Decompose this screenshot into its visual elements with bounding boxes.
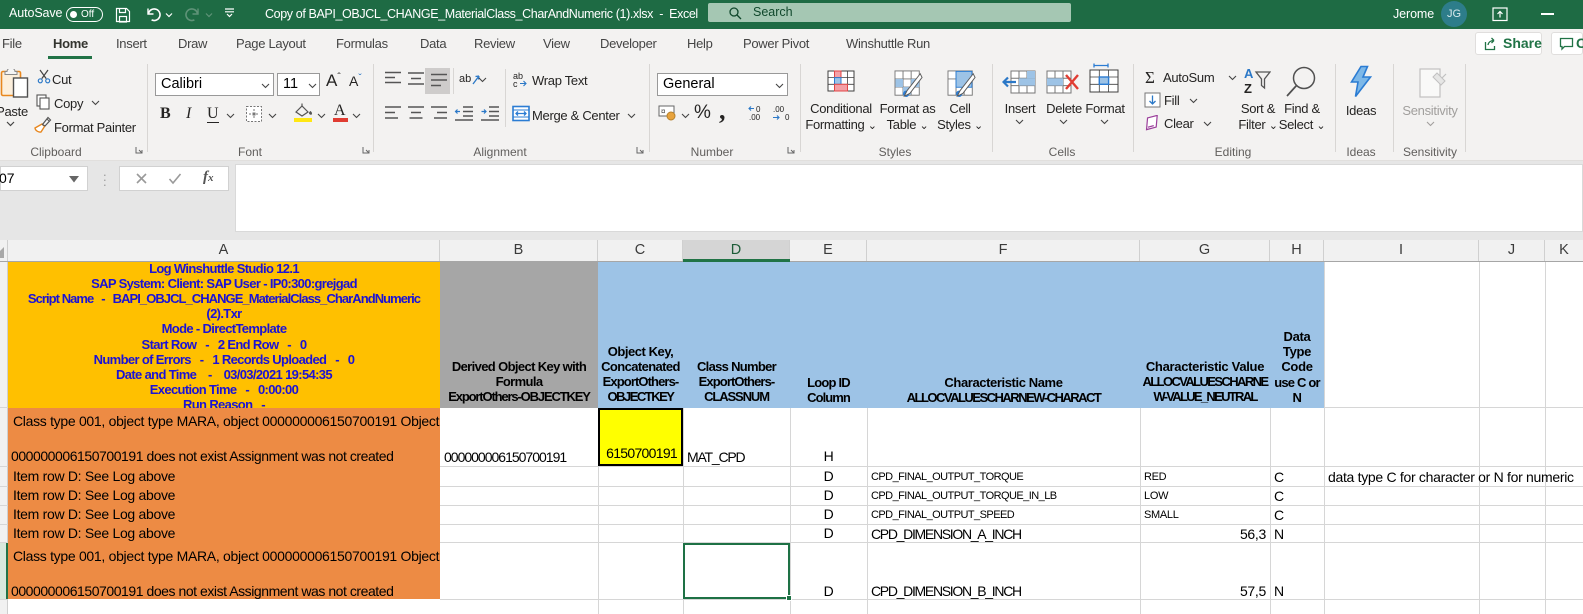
svg-text:Z: Z xyxy=(1244,81,1252,96)
svg-text:0: 0 xyxy=(785,113,790,122)
svg-text:¤: ¤ xyxy=(661,107,666,116)
svg-text:c: c xyxy=(513,79,518,88)
svg-text:.00: .00 xyxy=(749,113,761,122)
svg-text:.00: .00 xyxy=(773,105,785,114)
svg-text:A: A xyxy=(1244,66,1254,81)
svg-text:ab: ab xyxy=(459,73,471,85)
